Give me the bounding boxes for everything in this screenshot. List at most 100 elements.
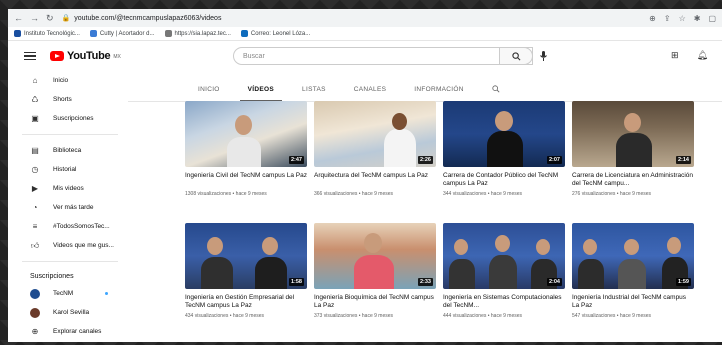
video-title[interactable]: Ingeniería Civil del TecNM campus La Paz <box>185 172 307 188</box>
video-duration: 1:59 <box>675 278 691 286</box>
sidebar-item-playlist[interactable]: ≡ #TodosSomosTec... <box>8 217 128 236</box>
video-meta: 276 visualizaciones • hace 9 meses <box>572 191 652 197</box>
video-title[interactable]: Ingeniería en Gestión Empresarial del Te… <box>185 294 307 310</box>
library-icon: ▤ <box>31 146 39 155</box>
back-icon[interactable]: ← <box>14 13 23 24</box>
video-thumbnail[interactable]: 1:59 <box>572 223 694 289</box>
url-field[interactable]: 🔒 youtube.com/@tecnmcampuslapaz6063/vide… <box>62 14 642 23</box>
video-title[interactable]: Carrera de Licenciatura en Administració… <box>572 172 694 188</box>
video-card[interactable]: 1:59 Ingeniería Industrial del TecNM cam… <box>572 223 694 341</box>
bookmark-item[interactable]: Cutty | Acortador d... <box>89 30 155 37</box>
bookmark-star-icon[interactable]: ☆ <box>679 14 686 23</box>
video-card[interactable]: 2:14 Carrera de Licenciatura en Administ… <box>572 101 694 219</box>
sidebar-item-shorts[interactable]: ♺ Shorts <box>8 90 128 109</box>
create-video-icon[interactable]: ⊞ <box>671 50 679 61</box>
video-duration: 2:26 <box>417 156 433 164</box>
bookmark-item[interactable]: https://sia.lapaz.tec... <box>164 30 231 37</box>
video-meta: 547 visualizaciones • hace 9 meses <box>572 313 652 319</box>
video-meta: 344 visualizaciones • hace 9 meses <box>443 191 523 197</box>
video-card[interactable]: 1:58 Ingeniería en Gestión Empresarial d… <box>185 223 307 341</box>
video-thumbnail[interactable]: 2:26 <box>314 101 436 167</box>
bookmark-item[interactable]: Instituto Tecnológic... <box>14 30 80 37</box>
install-icon[interactable]: ⊕ <box>649 14 656 23</box>
like-icon: 👍︎ <box>30 240 40 250</box>
search-button[interactable] <box>499 47 533 65</box>
menu-icon[interactable] <box>24 51 36 61</box>
video-meta: 366 visualizaciones • hace 9 meses <box>314 191 394 197</box>
sidebar-divider <box>22 261 118 262</box>
sidebar-explore-channels[interactable]: ⊕ Explorar canales <box>8 322 128 341</box>
sidebar-sub-karol-sevilla[interactable]: Karol Sevilla <box>8 303 128 322</box>
video-card[interactable]: 2:04 Ingeniería en Sistemas Computaciona… <box>443 223 565 341</box>
video-title[interactable]: Arquitectura del TecNM campus La Paz <box>314 172 436 188</box>
window-icon[interactable]: ▢ <box>708 14 716 23</box>
video-thumbnail[interactable]: 2:33 <box>314 223 436 289</box>
header-actions: ⊞ 🔔︎ <box>671 50 708 61</box>
notifications-bell-icon[interactable]: 🔔︎ <box>697 50 708 61</box>
video-duration: 2:04 <box>546 278 562 286</box>
sidebar-item-biblioteca[interactable]: ▤ Biblioteca <box>8 141 128 160</box>
video-thumbnail[interactable]: 2:47 <box>185 101 307 167</box>
channel-tabs: INICIO VÍDEOS LISTAS CANALES INFORMACIÓN <box>198 77 500 101</box>
tab-listas[interactable]: LISTAS <box>302 77 326 101</box>
channel-search-icon[interactable] <box>492 77 500 101</box>
subscriptions-heading: Suscripciones <box>30 272 74 280</box>
microphone-icon[interactable] <box>536 49 550 63</box>
bookmarks-bar: Instituto Tecnológic... Cutty | Acortado… <box>8 27 722 41</box>
video-card[interactable]: 2:26 Arquitectura del TecNM campus La Pa… <box>314 101 436 219</box>
video-thumbnail[interactable]: 2:04 <box>443 223 565 289</box>
sidebar-divider <box>22 134 118 135</box>
search-input[interactable]: Buscar <box>233 47 533 65</box>
bookmark-favicon-icon <box>89 30 97 37</box>
video-thumbnail[interactable]: 2:07 <box>443 101 565 167</box>
video-title[interactable]: Ingeniería Bioquímica del TecNM campus L… <box>314 294 436 310</box>
sidebar-item-mis-videos[interactable]: ▶ Mis videos <box>8 179 128 198</box>
home-icon: ⌂ <box>32 76 38 85</box>
avatar <box>30 288 40 299</box>
playlist-icon: ≡ <box>32 222 38 231</box>
video-duration: 2:14 <box>675 156 691 164</box>
extensions-icon[interactable]: ✱ <box>694 14 701 23</box>
video-thumbnail[interactable]: 2:14 <box>572 101 694 167</box>
share-icon[interactable]: ⇪ <box>664 14 671 23</box>
video-duration: 2:47 <box>288 156 304 164</box>
browser-window: ← → ↻ 🔒 youtube.com/@tecnmcampuslapaz606… <box>8 9 722 342</box>
shorts-icon: ♺ <box>31 95 39 104</box>
sidebar-item-liked-videos[interactable]: 👍︎ Videos que me gus... <box>8 236 128 255</box>
bookmark-favicon-icon <box>14 30 21 37</box>
watch-later-icon: ◔ <box>32 203 38 212</box>
youtube-play-icon <box>50 51 64 61</box>
sidebar: ⌂ Inicio ♺ Shorts ▣ Suscripciones ▤ Bibliote… <box>8 71 128 342</box>
video-card[interactable]: 2:07 Carrera de Contador Público del Tec… <box>443 101 565 219</box>
video-duration: 2:07 <box>546 156 562 164</box>
video-thumbnail[interactable]: 1:58 <box>185 223 307 289</box>
video-meta: 434 visualizaciones • hace 9 meses <box>185 313 265 319</box>
bookmark-item[interactable]: Correo: Leonel Lóza... <box>240 30 310 37</box>
video-card[interactable]: 2:33 Ingeniería Bioquímica del TecNM cam… <box>314 223 436 341</box>
sidebar-item-ver-mas-tarde[interactable]: ◔ Ver más tarde <box>8 198 128 217</box>
video-meta: 444 visualizaciones • hace 9 meses <box>443 313 523 319</box>
video-grid: 2:47 Ingeniería Civil del TecNM campus L… <box>185 101 705 341</box>
url-text: youtube.com/@tecnmcampuslapaz6063/videos <box>74 14 222 22</box>
reload-icon[interactable]: ↻ <box>46 13 54 24</box>
tab-informacion[interactable]: INFORMACIÓN <box>414 77 464 101</box>
video-card[interactable]: 2:47 Ingeniería Civil del TecNM campus L… <box>185 101 307 219</box>
tab-inicio[interactable]: INICIO <box>198 77 220 101</box>
video-title[interactable]: Ingeniería Industrial del TecNM campus L… <box>572 294 694 310</box>
nav-buttons: ← → ↻ <box>14 13 54 24</box>
video-title[interactable]: Carrera de Contador Público del TecNM ca… <box>443 172 565 188</box>
youtube-logo[interactable]: YouTube MX <box>50 50 121 62</box>
video-title[interactable]: Ingeniería en Sistemas Computacionales d… <box>443 294 565 310</box>
sidebar-item-historial[interactable]: ◷ Historial <box>8 160 128 179</box>
forward-icon[interactable]: → <box>30 13 39 24</box>
globe-icon <box>164 30 172 37</box>
tab-canales[interactable]: CANALES <box>354 77 386 101</box>
new-content-dot <box>105 292 108 295</box>
sidebar-sub-tecnm[interactable]: TecNM <box>8 284 128 303</box>
history-icon: ◷ <box>31 165 39 174</box>
sidebar-item-suscripciones[interactable]: ▣ Suscripciones <box>8 109 128 128</box>
tab-videos[interactable]: VÍDEOS <box>239 77 283 101</box>
youtube-header: YouTube MX Buscar ⊞ 🔔︎ <box>8 41 722 71</box>
my-videos-icon: ▶ <box>31 184 39 193</box>
sidebar-item-inicio[interactable]: ⌂ Inicio <box>8 71 128 90</box>
